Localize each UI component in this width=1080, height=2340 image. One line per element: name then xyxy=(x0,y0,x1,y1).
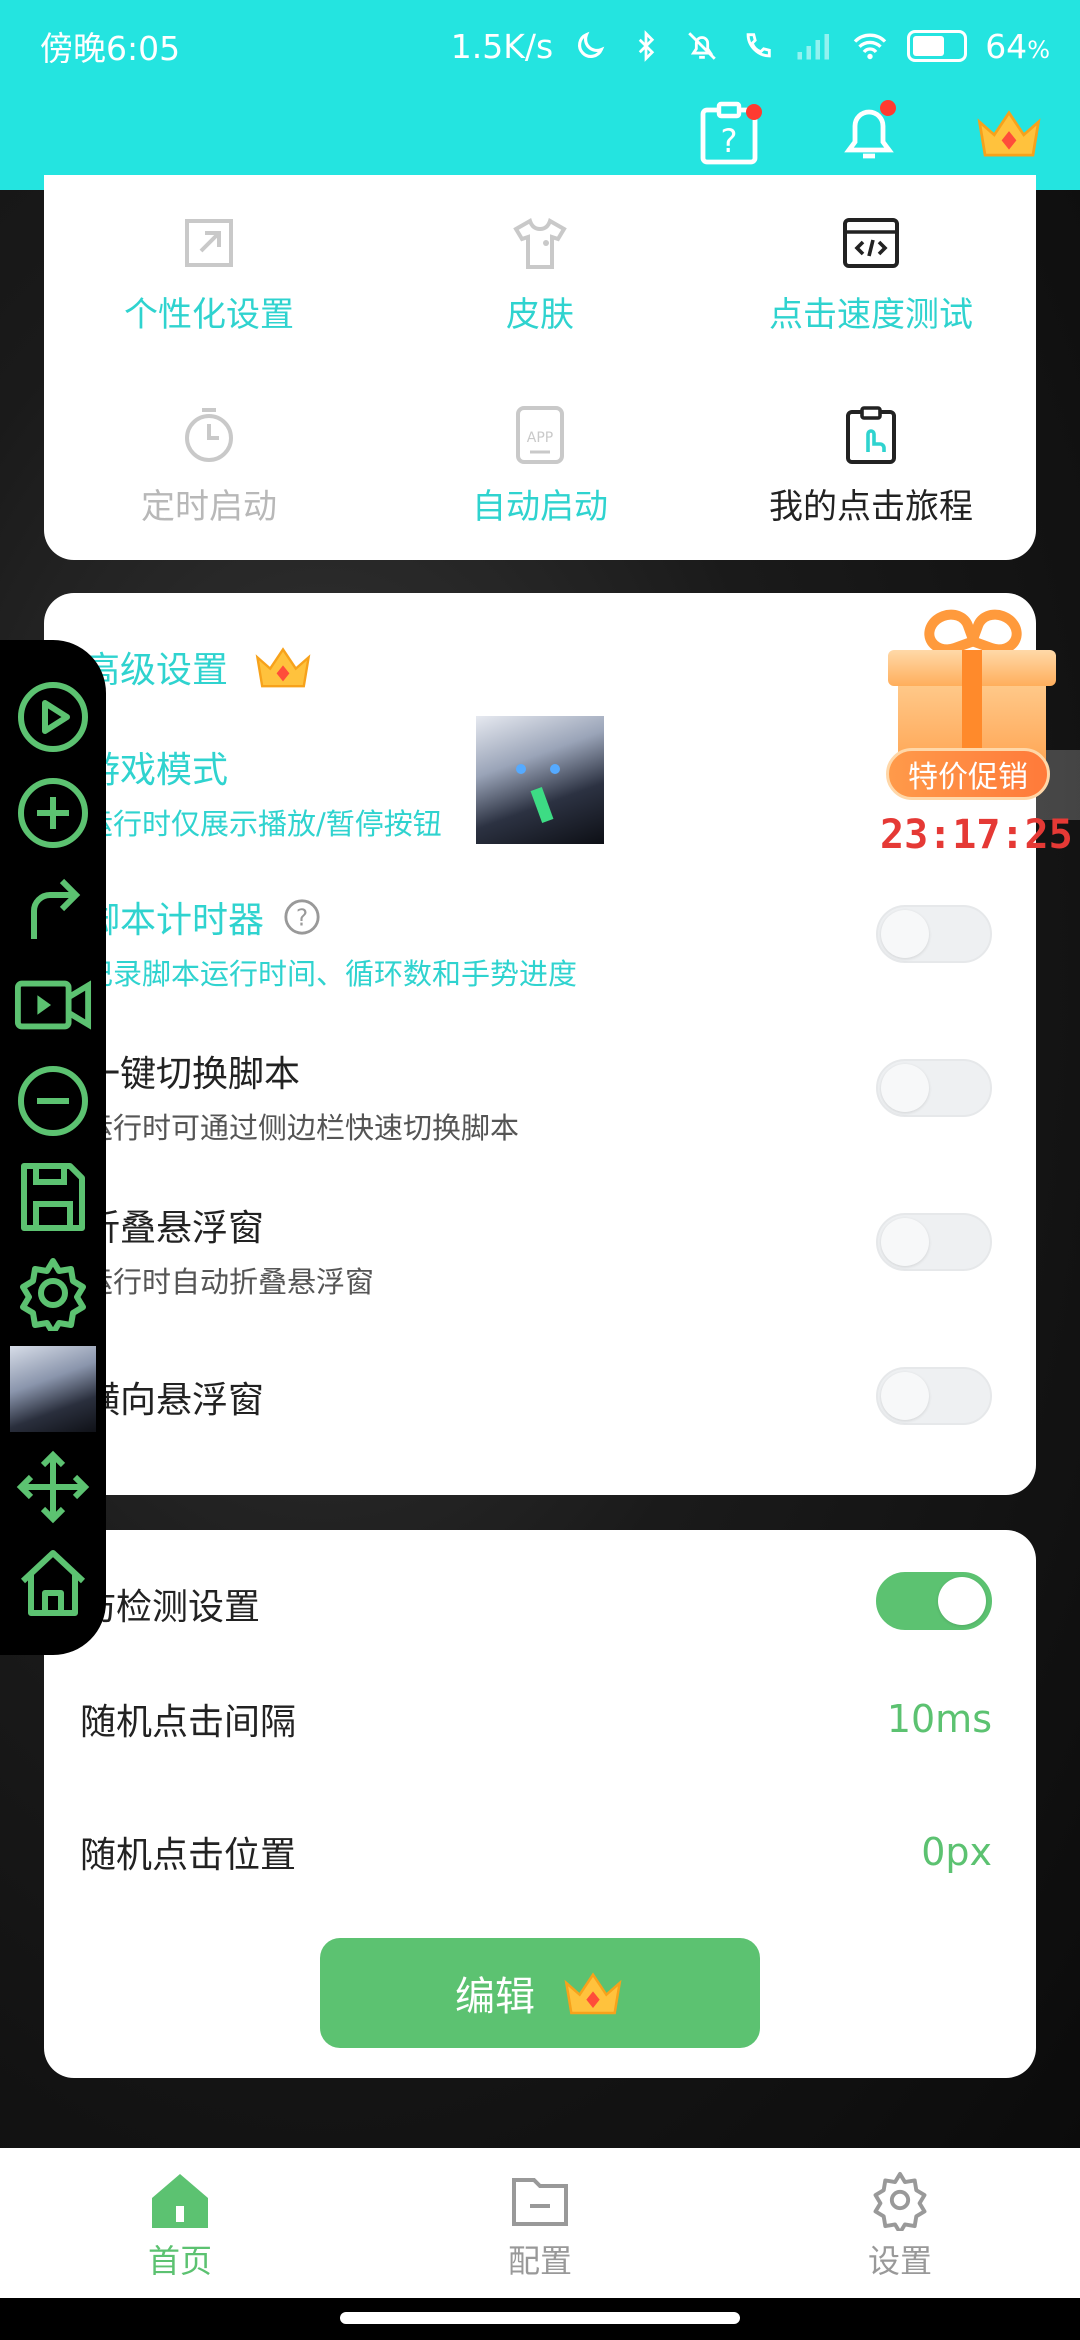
status-bar: 傍晚6:05 1.5K/s 64% xyxy=(40,22,1050,70)
quick-switch-row[interactable]: 一键切换脚本 运行时可通过侧边栏快速切换脚本 xyxy=(84,1045,996,1147)
tool-personalize[interactable]: 个性化设置 xyxy=(44,213,374,336)
tool-click-journey[interactable]: 我的点击旅程 xyxy=(706,405,1036,528)
network-speed: 1.5K/s xyxy=(450,26,554,66)
position-value: 0px xyxy=(921,1830,992,1874)
tool-speed-test[interactable]: 点击速度测试 xyxy=(706,213,1036,336)
advanced-title: 高级设置 xyxy=(84,650,229,691)
clipboard-touch-icon xyxy=(841,405,901,465)
top-bar: 傍晚6:05 1.5K/s 64% ? xyxy=(0,0,1080,190)
battery-percent: 64 xyxy=(985,26,1028,66)
battery-unit: % xyxy=(1027,35,1050,64)
svg-text:?: ? xyxy=(721,122,738,160)
tool-label: 定时启动 xyxy=(141,487,277,527)
status-time: 傍晚6:05 xyxy=(40,29,181,68)
help-circle-icon[interactable]: ? xyxy=(283,898,321,936)
help-icon[interactable]: ? xyxy=(694,98,764,168)
random-position-row[interactable]: 随机点击位置 0px xyxy=(80,1826,992,1878)
row-title: 横向悬浮窗 xyxy=(84,1380,265,1421)
row-subtitle: 记录脚本运行时间、循环数和手势进度 xyxy=(84,957,578,991)
nav-config[interactable]: 配置 xyxy=(440,2168,640,2282)
nav-settings[interactable]: 设置 xyxy=(800,2168,1000,2282)
promo-label: 特价促销 xyxy=(886,748,1050,800)
battery-indicator xyxy=(907,30,968,62)
vip-crown-icon xyxy=(564,1972,622,2015)
gear-icon xyxy=(868,2168,932,2232)
battery-fill xyxy=(913,36,944,56)
script-timer-row[interactable]: 脚本计时器 ? 记录脚本运行时间、循环数和手势进度 xyxy=(84,891,996,993)
move-icon[interactable] xyxy=(14,1448,92,1526)
save-icon[interactable] xyxy=(14,1158,92,1236)
row-title: 折叠悬浮窗 xyxy=(84,1208,265,1249)
interval-value: 10ms xyxy=(886,1697,992,1741)
avatar[interactable] xyxy=(10,1346,96,1432)
edit-label: 编辑 xyxy=(455,1974,535,2020)
code-window-icon xyxy=(841,213,901,273)
nav-label: 设置 xyxy=(867,2242,932,2280)
wifi-icon xyxy=(851,27,889,65)
mute-bell-icon xyxy=(683,27,721,65)
bottom-navigation: 首页 配置 设置 xyxy=(0,2148,1080,2298)
row-subtitle: 运行时自动折叠悬浮窗 xyxy=(84,1265,375,1299)
fold-window-row[interactable]: 折叠悬浮窗 运行时自动折叠悬浮窗 xyxy=(84,1199,996,1301)
record-icon[interactable] xyxy=(14,966,92,1044)
remove-icon[interactable] xyxy=(14,1062,92,1140)
add-icon[interactable] xyxy=(14,774,92,852)
row-title: 一键切换脚本 xyxy=(84,1054,301,1095)
svg-text:APP: APP xyxy=(527,430,553,446)
position-label: 随机点击位置 xyxy=(80,1835,297,1876)
redo-icon[interactable] xyxy=(14,870,92,948)
section-title: 高级设置 xyxy=(84,641,314,693)
tool-label: 我的点击旅程 xyxy=(769,487,973,527)
app-icon: APP xyxy=(510,405,570,465)
home-indicator[interactable] xyxy=(340,2312,740,2324)
anti-detect-title: 防检测设置 xyxy=(80,1587,261,1628)
home-icon[interactable] xyxy=(14,1544,92,1622)
fold-window-toggle[interactable] xyxy=(876,1213,992,1271)
random-interval-row[interactable]: 随机点击间隔 10ms xyxy=(80,1693,992,1745)
play-icon[interactable] xyxy=(14,678,92,756)
tool-skin[interactable]: 皮肤 xyxy=(375,213,705,336)
promo-widget[interactable]: 特价促销 23:17:25 xyxy=(880,600,1073,860)
nav-label: 首页 xyxy=(147,2242,212,2280)
landscape-window-toggle[interactable] xyxy=(876,1367,992,1425)
svg-text:?: ? xyxy=(296,906,308,932)
tool-label: 个性化设置 xyxy=(124,295,294,335)
vip-crown-icon[interactable] xyxy=(974,98,1044,168)
notification-badge xyxy=(880,100,896,116)
landscape-window-row[interactable]: 横向悬浮窗 xyxy=(84,1371,996,1423)
edit-button[interactable]: 编辑 xyxy=(320,1938,760,2048)
notification-icon[interactable] xyxy=(834,98,904,168)
interval-label: 随机点击间隔 xyxy=(80,1702,297,1743)
script-timer-toggle[interactable] xyxy=(876,905,992,963)
tool-label: 点击速度测试 xyxy=(769,295,973,335)
tool-label: 自动启动 xyxy=(472,487,608,527)
anti-detect-card: 防检测设置 随机点击间隔 10ms 随机点击位置 0px 编辑 xyxy=(44,1530,1036,2078)
promo-countdown: 23:17:25 xyxy=(880,812,1073,858)
anti-detect-toggle[interactable] xyxy=(876,1572,992,1630)
nav-home[interactable]: 首页 xyxy=(80,2168,280,2282)
call-icon xyxy=(739,27,777,65)
tshirt-icon xyxy=(510,213,570,273)
tool-auto-start[interactable]: APP 自动启动 xyxy=(375,405,705,528)
tool-timer-start[interactable]: 定时启动 xyxy=(44,405,374,528)
tools-card: 个性化设置 皮肤 点击速度测试 定时启动 APP 自动启动 我的点击旅程 xyxy=(44,175,1036,560)
timer-icon xyxy=(179,405,239,465)
row-subtitle: 运行时可通过侧边栏快速切换脚本 xyxy=(84,1111,520,1145)
floating-sidebar xyxy=(0,640,106,1655)
row-title: 脚本计时器 ? xyxy=(84,891,996,943)
external-link-icon xyxy=(179,213,239,273)
folder-icon xyxy=(508,2168,572,2232)
tool-label: 皮肤 xyxy=(506,295,574,335)
settings-icon[interactable] xyxy=(14,1254,92,1332)
moon-icon xyxy=(571,27,609,65)
help-badge xyxy=(746,104,762,120)
nav-label: 配置 xyxy=(507,2242,572,2280)
vip-crown-icon xyxy=(255,647,311,688)
signal-icon xyxy=(795,27,833,65)
bluetooth-icon xyxy=(627,27,665,65)
floating-avatar[interactable] xyxy=(476,716,604,844)
home-icon xyxy=(148,2168,212,2232)
quick-switch-toggle[interactable] xyxy=(876,1059,992,1117)
